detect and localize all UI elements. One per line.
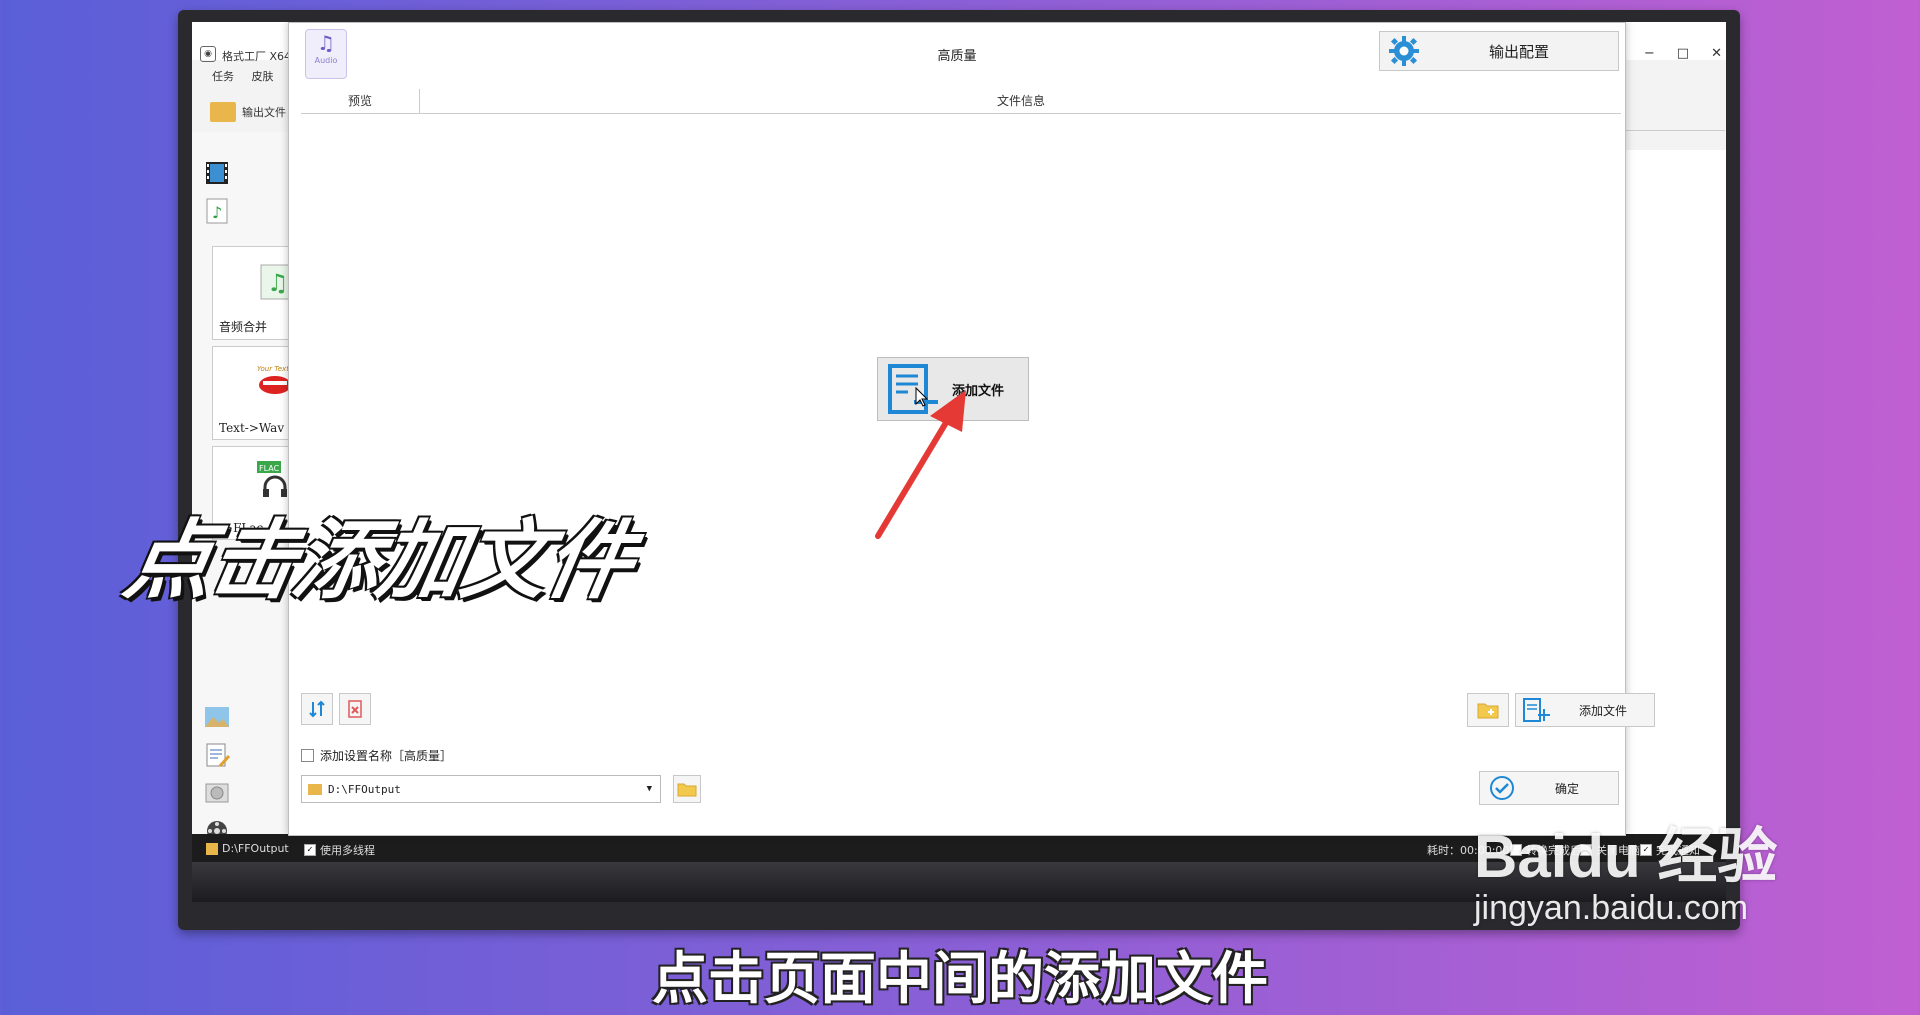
svg-text:Your Text: Your Text <box>257 365 289 373</box>
multithread-toggle[interactable]: ✓ 使用多线程 <box>304 842 375 858</box>
sort-button[interactable] <box>301 693 333 725</box>
multithread-label: 使用多线程 <box>320 844 375 857</box>
folder-icon <box>677 783 697 797</box>
status-path-text: D:\FFOutput <box>222 842 289 855</box>
output-path-select[interactable]: D:\FFOutput ▼ <box>301 775 661 803</box>
remove-file-button[interactable] <box>339 693 371 725</box>
video-category-icon[interactable] <box>204 160 230 186</box>
add-file-icon <box>1523 698 1550 722</box>
gear-icon <box>1389 36 1419 66</box>
baidu-jingyan-watermark: Baidu 经验 jingyan.baidu.com <box>1474 808 1777 928</box>
column-file-info[interactable]: 文件信息 <box>421 89 1621 113</box>
svg-text:FLAC: FLAC <box>259 464 280 473</box>
output-folder-label: 输出文件 <box>242 106 286 119</box>
output-folder-button[interactable]: 输出文件 <box>210 102 286 122</box>
task-list-panel <box>1624 150 1726 850</box>
add-setting-name-label: 添加设置名称［高质量］ <box>320 749 453 763</box>
folder-icon <box>210 102 236 122</box>
output-path-value: D:\FFOutput <box>328 782 401 796</box>
picture-category-icon[interactable] <box>204 704 230 730</box>
file-list-header: 预览 文件信息 <box>301 89 1621 114</box>
output-config-label: 输出配置 <box>1488 42 1549 61</box>
add-setting-name-checkbox[interactable]: 添加设置名称［高质量］ <box>301 747 452 764</box>
rom-device-category-icon[interactable] <box>204 780 230 806</box>
browse-folder-button[interactable] <box>673 775 701 803</box>
add-folder-button[interactable] <box>1467 693 1509 727</box>
checkbox-checked-icon: ✓ <box>304 844 316 856</box>
minimize-button[interactable]: − <box>1644 46 1655 61</box>
app-icon: ◉ <box>200 46 216 62</box>
folder-icon <box>206 842 218 855</box>
chevron-down-icon: ▼ <box>646 784 652 794</box>
maximize-button[interactable]: □ <box>1677 46 1689 61</box>
column-preview[interactable]: 预览 <box>301 89 420 113</box>
overlay-title: 点击添加文件 <box>117 511 640 611</box>
add-folder-icon <box>1477 703 1499 719</box>
folder-icon <box>308 783 322 795</box>
audio-category-icon[interactable]: ♪ <box>204 198 230 224</box>
red-arrow-annotation <box>875 390 966 539</box>
tile-text-to-wav[interactable]: Your Text Text->Wav <box>212 346 298 440</box>
svg-text:♫: ♫ <box>267 269 289 297</box>
checkbox-icon <box>301 749 314 762</box>
add-files-button[interactable]: 添加文件 <box>1515 693 1655 727</box>
svg-text:♪: ♪ <box>212 203 222 222</box>
remove-file-icon <box>348 700 362 718</box>
watermark-brand: Baidu 经验 <box>1474 823 1778 890</box>
watermark-url: jingyan.baidu.com <box>1474 889 1749 927</box>
ok-label: 确定 <box>1554 781 1579 796</box>
menu-skin[interactable]: 皮肤 <box>252 70 274 83</box>
sort-icon <box>309 700 325 718</box>
check-circle-icon <box>1490 776 1514 800</box>
tile-audio-merge[interactable]: ♫ 音频合并 <box>212 246 298 340</box>
tile-label: 音频合并 <box>219 320 268 334</box>
app-title: 格式工厂 X64 <box>222 50 292 63</box>
divider <box>1625 130 1725 131</box>
status-output-path[interactable]: D:\FFOutput <box>206 842 289 855</box>
menu-bar: 任务 皮肤 <box>212 68 288 84</box>
close-button[interactable]: ✕ <box>1711 46 1722 61</box>
output-config-button[interactable]: 输出配置 <box>1379 31 1619 71</box>
tile-label: Text->Wav <box>219 421 285 435</box>
ok-button[interactable]: 确定 <box>1479 771 1619 805</box>
document-category-icon[interactable] <box>204 742 230 768</box>
menu-task[interactable]: 任务 <box>212 70 234 83</box>
add-files-label: 添加文件 <box>1578 703 1627 718</box>
window-controls: − □ ✕ <box>1644 46 1722 61</box>
